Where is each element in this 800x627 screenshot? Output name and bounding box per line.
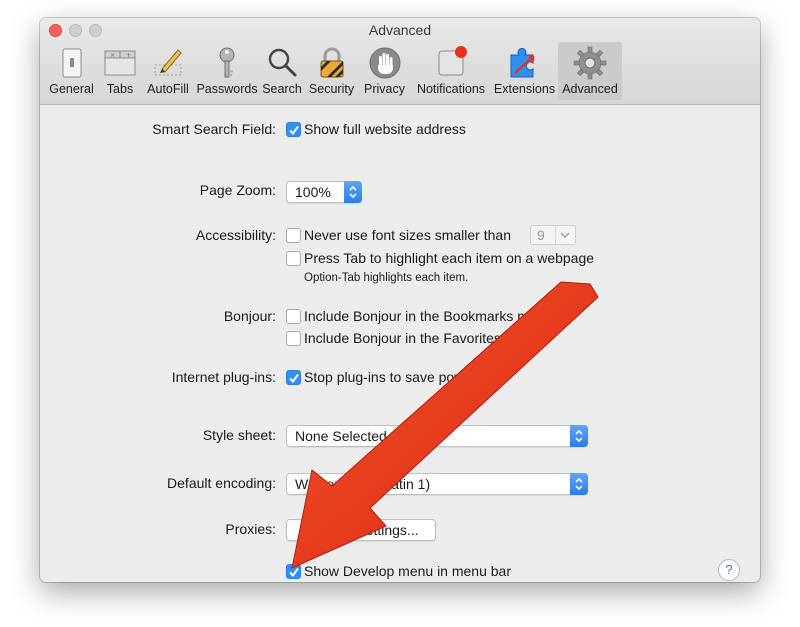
tab-highlight-checkbox[interactable] [286, 251, 301, 266]
tab-extensions[interactable]: Extensions [491, 42, 558, 100]
tab-privacy[interactable]: Privacy [358, 42, 411, 100]
accessibility-row: Accessibility: Never use font sizes smal… [40, 225, 760, 247]
show-full-address-text: Show full website address [304, 121, 466, 137]
smart-search-label: Smart Search Field: [152, 121, 276, 137]
preferences-window: Advanced General × + Tabs AutoFill Passw… [40, 18, 760, 582]
chevron-updown-icon [570, 425, 588, 447]
develop-menu-row: Show Develop menu in menu bar [40, 561, 760, 582]
show-full-address-checkbox[interactable] [286, 122, 301, 137]
bonjour-favorites-row: Include Bonjour in the Favorites bar [40, 328, 760, 350]
smart-search-row: Smart Search Field: Show full website ad… [40, 119, 760, 141]
notification-icon [438, 46, 467, 76]
hand-icon [369, 47, 400, 79]
tab-passwords[interactable]: Passwords [195, 42, 259, 100]
search-icon [268, 48, 297, 77]
gear-icon [573, 46, 607, 80]
encoding-row: Default encoding: Western (ISO Latin 1) [40, 473, 760, 495]
change-settings-button[interactable]: Change Settings... [286, 519, 436, 541]
title-bar: Advanced General × + Tabs AutoFill Passw… [40, 18, 760, 105]
proxies-row: Proxies: Change Settings... [40, 519, 760, 541]
bonjour-bookmarks-checkbox[interactable] [286, 309, 301, 324]
show-develop-menu-text: Show Develop menu in menu bar [304, 563, 512, 579]
help-button[interactable]: ? [718, 559, 740, 581]
proxies-label: Proxies: [225, 521, 276, 537]
tab-general[interactable]: General [44, 42, 99, 100]
svg-text:+: + [126, 52, 131, 59]
chevron-updown-icon [344, 181, 362, 203]
tab-highlight-row: Press Tab to highlight each item on a we… [40, 248, 760, 270]
tab-advanced[interactable]: Advanced [558, 42, 622, 100]
bonjour-favorites-checkbox[interactable] [286, 331, 301, 346]
min-font-size-text: Never use font sizes smaller than [304, 227, 511, 243]
style-sheet-label: Style sheet: [202, 427, 276, 443]
svg-text:×: × [110, 52, 115, 59]
stop-plugins-text: Stop plug-ins to save power [304, 369, 477, 385]
plugins-label: Internet plug-ins: [171, 369, 276, 385]
min-font-size-select[interactable]: 9 [530, 225, 576, 245]
advanced-pane: Smart Search Field: Show full website ad… [40, 105, 760, 582]
style-sheet-select[interactable]: None Selected [286, 425, 588, 447]
stop-plugins-checkbox[interactable] [286, 370, 301, 385]
tab-autofill[interactable]: AutoFill [141, 42, 195, 100]
puzzle-icon [510, 47, 534, 78]
tab-search[interactable]: Search [259, 42, 305, 100]
page-zoom-select[interactable]: 100% [286, 181, 362, 203]
tab-security[interactable]: Security [305, 42, 358, 100]
chevron-down-icon [560, 232, 570, 238]
tab-notifications[interactable]: Notifications [411, 42, 491, 100]
bonjour-favorites-text: Include Bonjour in the Favorites bar [304, 330, 526, 346]
lock-icon [320, 47, 343, 78]
bonjour-label: Bonjour: [223, 308, 276, 324]
min-font-size-checkbox[interactable] [286, 228, 301, 243]
autofill-icon [154, 49, 182, 76]
bonjour-row: Bonjour: Include Bonjour in the Bookmark… [40, 306, 760, 328]
preferences-toolbar: General × + Tabs AutoFill Passwords Sear… [44, 42, 622, 102]
chevron-updown-icon [570, 473, 588, 495]
window-title: Advanced [368, 22, 432, 38]
plugins-row: Internet plug-ins: Stop plug-ins to save… [40, 367, 760, 389]
key-icon [219, 47, 235, 78]
option-tab-hint: Option-Tab highlights each item. [304, 272, 469, 284]
page-zoom-label: Page Zoom: [199, 182, 276, 198]
style-sheet-row: Style sheet: None Selected [40, 425, 760, 447]
tab-highlight-text: Press Tab to highlight each item on a we… [304, 250, 595, 266]
encoding-select[interactable]: Western (ISO Latin 1) [286, 473, 588, 495]
tabs-icon: × + [104, 50, 136, 76]
encoding-label: Default encoding: [167, 475, 276, 491]
tab-tabs[interactable]: × + Tabs [99, 42, 141, 100]
general-icon [62, 48, 81, 78]
accessibility-label: Accessibility: [195, 227, 276, 243]
show-develop-menu-checkbox[interactable] [286, 564, 301, 579]
bonjour-bookmarks-text: Include Bonjour in the Bookmarks menu [304, 308, 553, 324]
page-zoom-row: Page Zoom: 100% [40, 181, 760, 203]
